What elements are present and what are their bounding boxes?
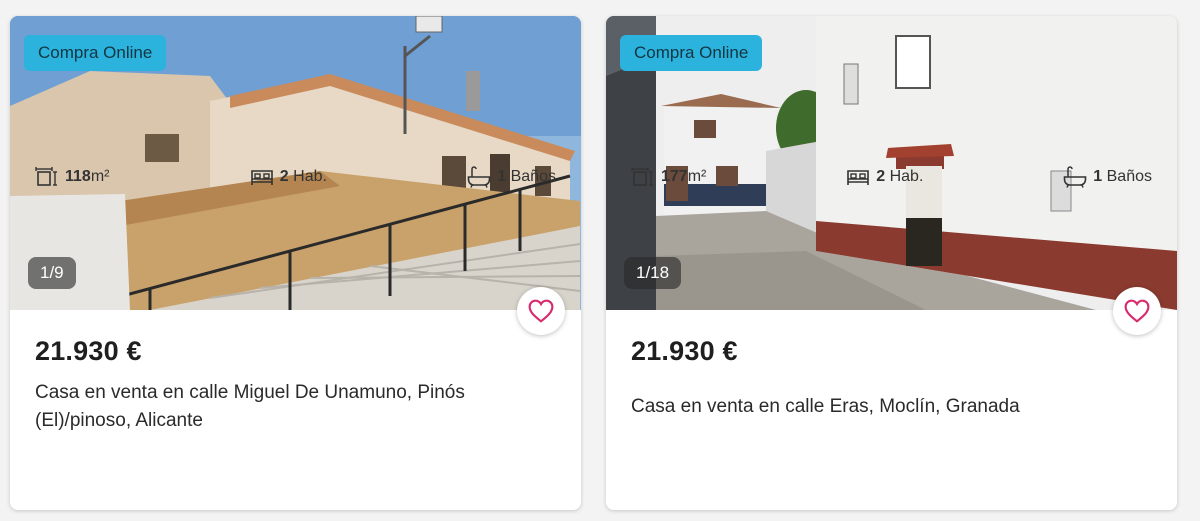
rooms-unit: Hab. xyxy=(889,168,924,185)
rooms-feature: 2 Hab. xyxy=(846,167,923,187)
listing-card[interactable]: Compra Online 1/18 21.930 € Casa en vent… xyxy=(606,16,1177,510)
listing-title[interactable]: Casa en venta en calle Eras, Moclín, Gra… xyxy=(631,379,1152,435)
online-purchase-badge: Compra Online xyxy=(620,35,763,71)
baths-value: 1 xyxy=(1093,168,1103,185)
rooms-feature: 2 Hab. xyxy=(250,167,327,187)
heart-icon xyxy=(1124,299,1150,323)
area-icon xyxy=(35,167,57,186)
area-feature: 118m² xyxy=(35,166,109,188)
listing-title-text: Casa en venta en calle Miguel De Unamuno… xyxy=(35,382,465,431)
area-unit: m² xyxy=(687,168,707,185)
listing-photo[interactable]: Compra Online 1/18 xyxy=(606,16,1177,310)
listing-card[interactable]: Compra Online 1/9 21.930 € Casa en venta… xyxy=(10,16,581,510)
photo-counter: 1/9 xyxy=(28,257,76,289)
listing-price: 21.930 € xyxy=(35,336,142,366)
baths-unit: Baños xyxy=(510,168,556,185)
area-value: 177 xyxy=(661,168,688,185)
area-value: 118 xyxy=(65,168,91,185)
rooms-value: 2 xyxy=(876,168,886,185)
bed-icon xyxy=(250,170,273,185)
rooms-value: 2 xyxy=(279,168,289,185)
heart-icon xyxy=(528,299,554,323)
listing-features: 118m² 2 Hab. 1 Baños xyxy=(35,166,556,188)
area-icon xyxy=(631,167,653,186)
bathtub-icon xyxy=(1063,166,1087,188)
baths-feature: 1 Baños xyxy=(467,166,556,188)
favorite-button[interactable] xyxy=(517,287,565,335)
listing-features: 177m² 2 Hab. 1 Baños xyxy=(631,166,1152,188)
listing-photo[interactable]: Compra Online 1/9 xyxy=(10,16,581,310)
listing-title[interactable]: Casa en venta en calle Miguel De Unamuno… xyxy=(35,379,556,435)
online-purchase-badge: Compra Online xyxy=(24,35,167,71)
bathtub-icon xyxy=(467,166,491,188)
baths-unit: Baños xyxy=(1106,168,1152,185)
rooms-unit: Hab. xyxy=(293,168,327,185)
baths-value: 1 xyxy=(497,168,507,185)
listing-title-text: Casa en venta en calle Eras, Moclín, Gra… xyxy=(631,396,1020,417)
bed-icon xyxy=(847,170,870,185)
baths-feature: 1 Baños xyxy=(1063,166,1152,188)
favorite-button[interactable] xyxy=(1113,287,1161,335)
listing-grid: Compra Online 1/9 21.930 € Casa en venta… xyxy=(0,0,1200,521)
listing-price: 21.930 € xyxy=(631,336,738,366)
area-feature: 177m² xyxy=(631,166,706,188)
area-unit: m² xyxy=(90,168,110,185)
photo-counter: 1/18 xyxy=(624,257,682,289)
